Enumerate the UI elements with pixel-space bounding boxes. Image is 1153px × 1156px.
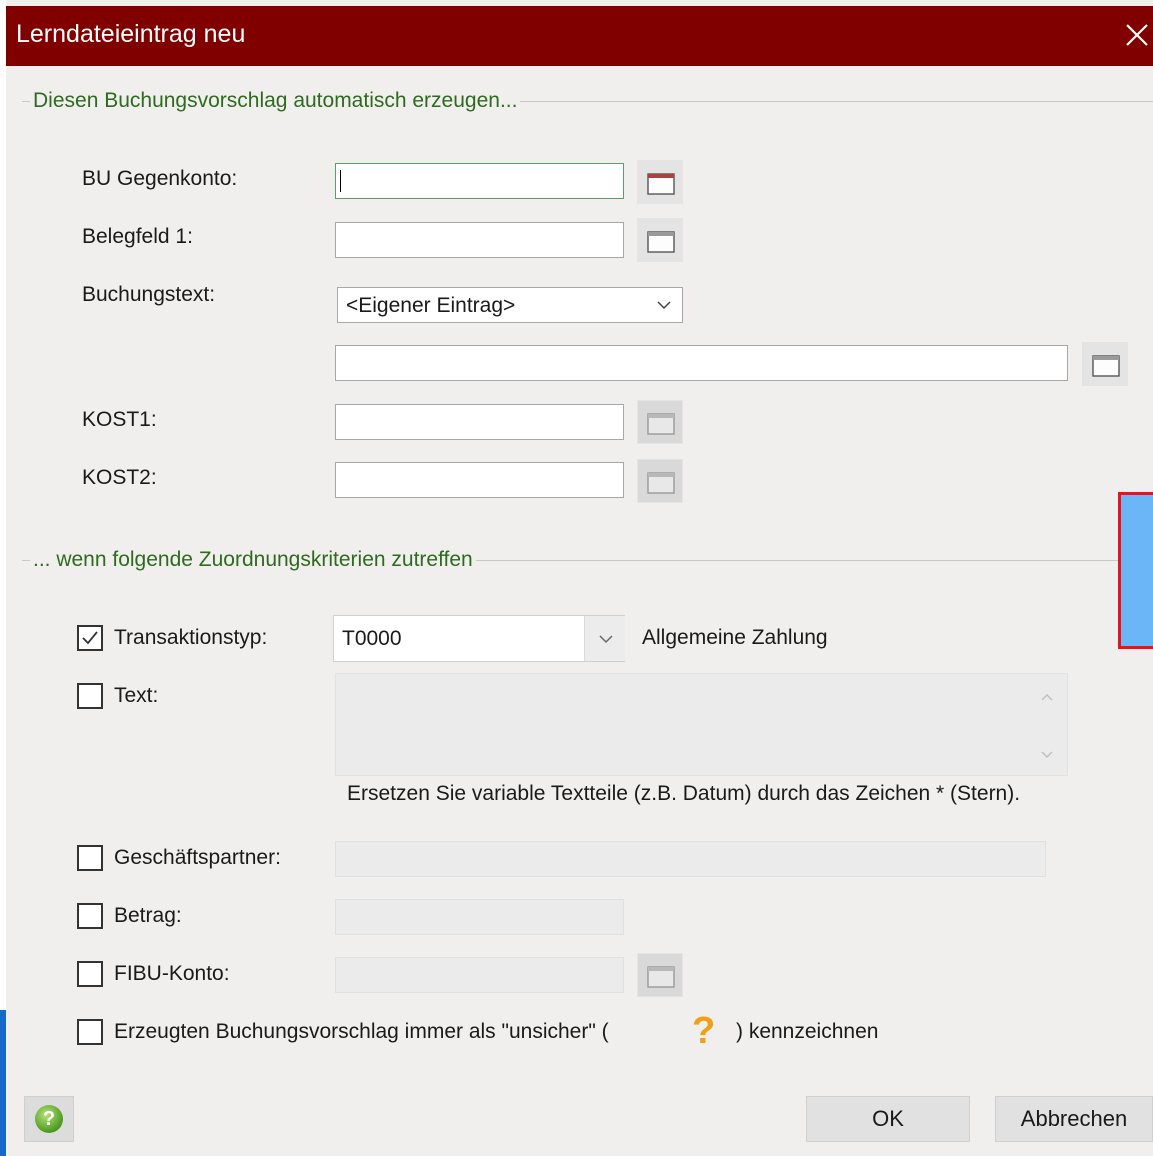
cancel-button-label: Abbrechen bbox=[1020, 1106, 1128, 1131]
window-title: Lerndateieintrag neu bbox=[16, 20, 246, 48]
belegfeld-input[interactable] bbox=[335, 222, 624, 258]
list-picker-icon bbox=[647, 472, 675, 494]
scroll-up-icon bbox=[1041, 694, 1053, 701]
check-icon bbox=[82, 631, 98, 645]
kost2-input[interactable] bbox=[335, 462, 624, 498]
highlight-marker bbox=[1118, 492, 1153, 649]
transaktionstyp-value: T0000 bbox=[342, 627, 402, 650]
chevron-down-icon bbox=[599, 635, 613, 644]
fibu-konto-picker-button[interactable] bbox=[637, 953, 683, 997]
transaktionstyp-checkbox[interactable] bbox=[77, 625, 103, 651]
dropdown-button[interactable] bbox=[584, 616, 625, 661]
geschaeftspartner-input[interactable] bbox=[335, 841, 1046, 877]
geschaeftspartner-label: Geschäftspartner: bbox=[114, 846, 281, 869]
bu-gegenkonto-label: BU Gegenkonto: bbox=[82, 167, 238, 190]
kost1-input[interactable] bbox=[335, 404, 624, 440]
unsicher-label-prefix: Erzeugten Buchungsvorschlag immer als "u… bbox=[114, 1020, 609, 1043]
buchungstext-selected-value: <Eigener Eintrag> bbox=[346, 294, 516, 317]
belegfeld-picker-button[interactable] bbox=[637, 218, 683, 262]
betrag-label: Betrag: bbox=[114, 904, 182, 927]
question-mark-icon: ? bbox=[692, 1010, 716, 1052]
kost1-label: KOST1: bbox=[82, 408, 157, 431]
help-button[interactable]: ? bbox=[24, 1096, 74, 1142]
close-icon[interactable] bbox=[1122, 20, 1152, 50]
list-picker-icon bbox=[647, 966, 675, 988]
ok-button[interactable]: OK bbox=[806, 1096, 970, 1142]
geschaeftspartner-checkbox[interactable] bbox=[77, 845, 103, 871]
bu-gegenkonto-input[interactable] bbox=[335, 163, 624, 199]
group-legend-buchungsvorschlag: Diesen Buchungsvorschlag automatisch erz… bbox=[30, 89, 521, 113]
scroll-down-icon bbox=[1041, 751, 1053, 758]
betrag-input[interactable] bbox=[335, 899, 624, 935]
list-picker-icon bbox=[647, 231, 675, 253]
text-hint: Ersetzen Sie variable Textteile (z.B. Da… bbox=[347, 782, 1021, 805]
fibu-konto-label: FIBU-Konto: bbox=[114, 962, 230, 985]
buchungstext-picker-button[interactable] bbox=[1082, 342, 1128, 386]
text-textarea[interactable] bbox=[335, 673, 1068, 776]
list-picker-icon bbox=[647, 173, 675, 195]
betrag-checkbox[interactable] bbox=[77, 903, 103, 929]
transaktionstyp-select[interactable]: T0000 bbox=[333, 615, 625, 662]
fibu-konto-checkbox[interactable] bbox=[77, 961, 103, 987]
help-icon: ? bbox=[35, 1105, 63, 1133]
bu-gegenkonto-picker-button[interactable] bbox=[637, 160, 683, 204]
text-caret bbox=[340, 170, 341, 192]
ok-button-label: OK bbox=[872, 1106, 904, 1131]
kost2-label: KOST2: bbox=[82, 466, 157, 489]
kost2-picker-button[interactable] bbox=[637, 459, 683, 503]
title-bar: Lerndateieintrag neu bbox=[6, 6, 1153, 66]
unsicher-checkbox[interactable] bbox=[77, 1019, 103, 1045]
text-checkbox[interactable] bbox=[77, 683, 103, 709]
group-legend-kriterien: ... wenn folgende Zuordnungskriterien zu… bbox=[30, 548, 476, 572]
unsicher-label-suffix: ) kennzeichnen bbox=[736, 1020, 879, 1043]
list-picker-icon bbox=[647, 413, 675, 435]
buchungstext-input[interactable] bbox=[335, 345, 1068, 381]
buchungstext-label: Buchungstext: bbox=[82, 283, 216, 306]
kost1-picker-button[interactable] bbox=[637, 400, 683, 444]
fibu-konto-input[interactable] bbox=[335, 957, 624, 993]
chevron-down-icon bbox=[657, 301, 671, 310]
transaktionstyp-description: Allgemeine Zahlung bbox=[642, 626, 828, 649]
transaktionstyp-label: Transaktionstyp: bbox=[114, 626, 268, 649]
belegfeld-label: Belegfeld 1: bbox=[82, 225, 193, 248]
cancel-button[interactable]: Abbrechen bbox=[995, 1096, 1153, 1142]
buchungstext-select[interactable]: <Eigener Eintrag> bbox=[337, 287, 683, 323]
text-label: Text: bbox=[114, 684, 159, 707]
list-picker-icon bbox=[1092, 355, 1120, 377]
